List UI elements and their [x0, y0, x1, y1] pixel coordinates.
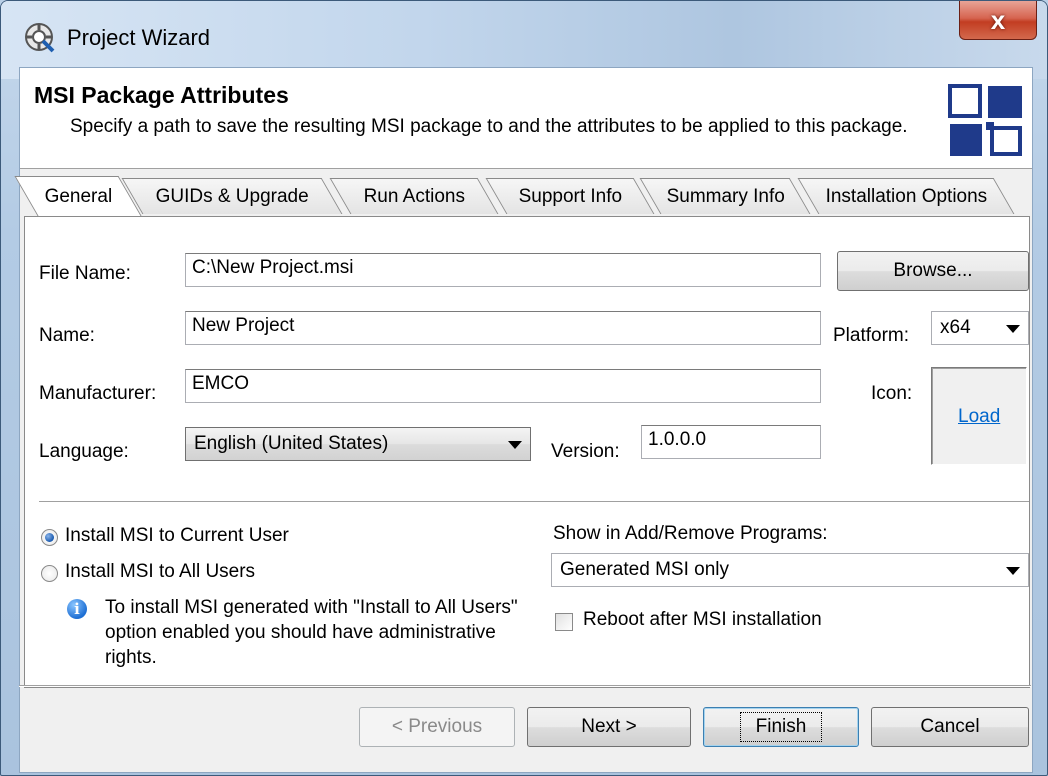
info-icon: i	[67, 599, 87, 619]
platform-value: x64	[940, 317, 971, 338]
icon-preview-box: Load	[931, 367, 1027, 465]
tab-strip: General GUIDs & Upgrade Run Actions Supp…	[14, 176, 1032, 216]
close-icon: x	[990, 4, 1006, 35]
previous-button[interactable]: < Previous	[359, 707, 515, 747]
cancel-button[interactable]: Cancel	[871, 707, 1029, 747]
tab-run-actions[interactable]: Run Actions	[329, 178, 499, 214]
platform-select[interactable]: x64	[931, 311, 1029, 345]
all-users-note: To install MSI generated with "Install t…	[105, 597, 518, 668]
name-input[interactable]: New Project	[185, 311, 821, 345]
install-current-user-label[interactable]: Install MSI to Current User	[65, 525, 289, 547]
manufacturer-input[interactable]: EMCO	[185, 369, 821, 403]
install-all-users-radio[interactable]	[41, 565, 58, 582]
reboot-checkbox[interactable]	[555, 613, 573, 631]
wizard-header: MSI Package Attributes Specify a path to…	[20, 68, 1032, 169]
file-name-input[interactable]: C:\New Project.msi	[185, 253, 821, 287]
file-name-label: File Name:	[39, 263, 131, 284]
browse-button[interactable]: Browse...	[837, 251, 1029, 291]
msi-package-logo-icon	[948, 84, 1022, 156]
page-title: MSI Package Attributes	[34, 82, 289, 108]
name-label: Name:	[39, 325, 95, 346]
install-current-user-radio[interactable]	[41, 529, 58, 546]
footer-divider	[19, 685, 1031, 687]
chevron-down-icon	[1006, 567, 1020, 575]
project-wizard-window: Project Wizard x MSI Package Attributes …	[0, 0, 1048, 776]
next-button[interactable]: Next >	[527, 707, 691, 747]
window-title: Project Wizard	[67, 25, 211, 50]
chevron-down-icon	[508, 441, 522, 449]
close-button[interactable]: x	[959, 1, 1037, 40]
section-divider	[39, 501, 1029, 503]
version-input[interactable]: 1.0.0.0	[641, 425, 821, 459]
load-icon-link[interactable]: Load	[958, 406, 1000, 428]
language-value: English (United States)	[194, 433, 389, 454]
tab-summary-info[interactable]: Summary Info	[639, 178, 811, 214]
platform-label: Platform:	[833, 325, 910, 346]
reboot-label[interactable]: Reboot after MSI installation	[583, 609, 822, 631]
chevron-down-icon	[1006, 325, 1020, 333]
language-label: Language:	[39, 441, 129, 462]
language-select[interactable]: English (United States)	[185, 427, 531, 461]
icon-label: Icon:	[871, 383, 913, 404]
manufacturer-label: Manufacturer:	[39, 383, 157, 404]
add-remove-value: Generated MSI only	[560, 559, 729, 580]
tab-installation-options[interactable]: Installation Options	[797, 178, 1015, 214]
page-description: Specify a path to save the resulting MSI…	[70, 116, 908, 137]
tab-general[interactable]: General	[14, 176, 142, 216]
install-all-users-label[interactable]: Install MSI to All Users	[65, 561, 255, 583]
tab-support-info[interactable]: Support Info	[485, 178, 655, 214]
add-remove-select[interactable]: Generated MSI only	[551, 553, 1029, 587]
finish-button[interactable]: Finish	[703, 707, 859, 747]
tab-guids-upgrade[interactable]: GUIDs & Upgrade	[121, 178, 343, 214]
add-remove-label: Show in Add/Remove Programs:	[553, 523, 828, 544]
wizard-app-icon	[25, 23, 55, 53]
version-label: Version:	[551, 441, 620, 462]
